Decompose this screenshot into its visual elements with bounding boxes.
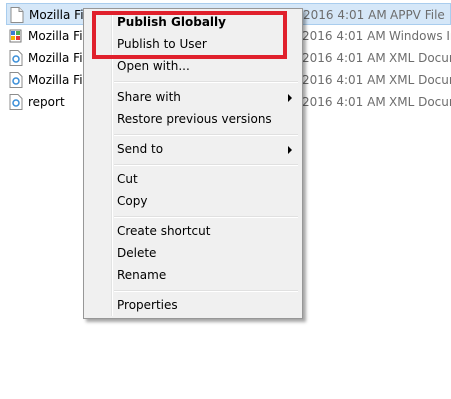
menu-item-label: Open with...: [117, 59, 190, 73]
menu-separator: [114, 81, 298, 83]
file-name: report: [28, 95, 65, 109]
context-menu: Publish Globally Publish to User Open wi…: [83, 8, 303, 319]
menu-item-delete[interactable]: Delete: [86, 242, 300, 264]
file-type: XML Docum: [389, 51, 451, 65]
file-date: 2016 4:01 AM: [302, 29, 386, 43]
menu-item-open-with[interactable]: Open with...: [86, 55, 300, 77]
menu-item-label: Publish Globally: [117, 15, 226, 29]
menu-item-rename[interactable]: Rename: [86, 264, 300, 286]
menu-separator: [114, 134, 298, 136]
xml-document-icon: [9, 94, 23, 110]
file-date: 2016 4:01 AM: [302, 73, 386, 87]
menu-item-label: Restore previous versions: [117, 112, 272, 126]
file-name: Mozilla Fir: [28, 73, 88, 87]
xml-document-icon: [9, 50, 23, 66]
xml-document-icon: [9, 72, 23, 88]
menu-item-label: Rename: [117, 268, 167, 282]
menu-item-label: Share with: [117, 90, 181, 104]
menu-separator: [114, 290, 298, 292]
file-type: APPV File: [390, 8, 445, 22]
menu-item-publish-globally[interactable]: Publish Globally: [86, 11, 300, 33]
file-name: Mozilla Fir: [28, 51, 88, 65]
windows-installer-icon: [9, 29, 22, 43]
menu-item-cut[interactable]: Cut: [86, 168, 300, 190]
file-type: XML Docum: [389, 73, 451, 87]
menu-item-copy[interactable]: Copy: [86, 190, 300, 212]
menu-item-properties[interactable]: Properties: [86, 294, 300, 316]
file-name: Mozilla Fir: [28, 29, 88, 43]
appv-file-icon: [10, 7, 24, 23]
menu-item-label: Properties: [117, 298, 178, 312]
menu-item-publish-to-user[interactable]: Publish to User: [86, 33, 300, 55]
menu-separator: [114, 164, 298, 166]
file-date: 2016 4:01 AM: [302, 51, 386, 65]
file-type: Windows Ins: [389, 29, 451, 43]
file-type: XML Docum: [389, 95, 451, 109]
menu-item-share-with[interactable]: Share with: [86, 86, 300, 108]
file-name: Mozilla Fir: [29, 8, 89, 22]
submenu-arrow-icon: [288, 146, 292, 154]
submenu-arrow-icon: [288, 94, 292, 102]
menu-separator: [114, 216, 298, 218]
menu-item-label: Copy: [117, 194, 148, 208]
menu-item-label: Delete: [117, 246, 157, 260]
file-date: 2016 4:01 AM: [302, 95, 386, 109]
file-date: 2016 4:01 AM: [303, 8, 387, 22]
menu-item-restore-previous-versions[interactable]: Restore previous versions: [86, 108, 300, 130]
menu-item-create-shortcut[interactable]: Create shortcut: [86, 220, 300, 242]
menu-item-label: Cut: [117, 172, 138, 186]
menu-item-send-to[interactable]: Send to: [86, 138, 300, 160]
menu-item-label: Create shortcut: [117, 224, 211, 238]
menu-item-label: Send to: [117, 142, 164, 156]
menu-item-label: Publish to User: [117, 37, 207, 51]
